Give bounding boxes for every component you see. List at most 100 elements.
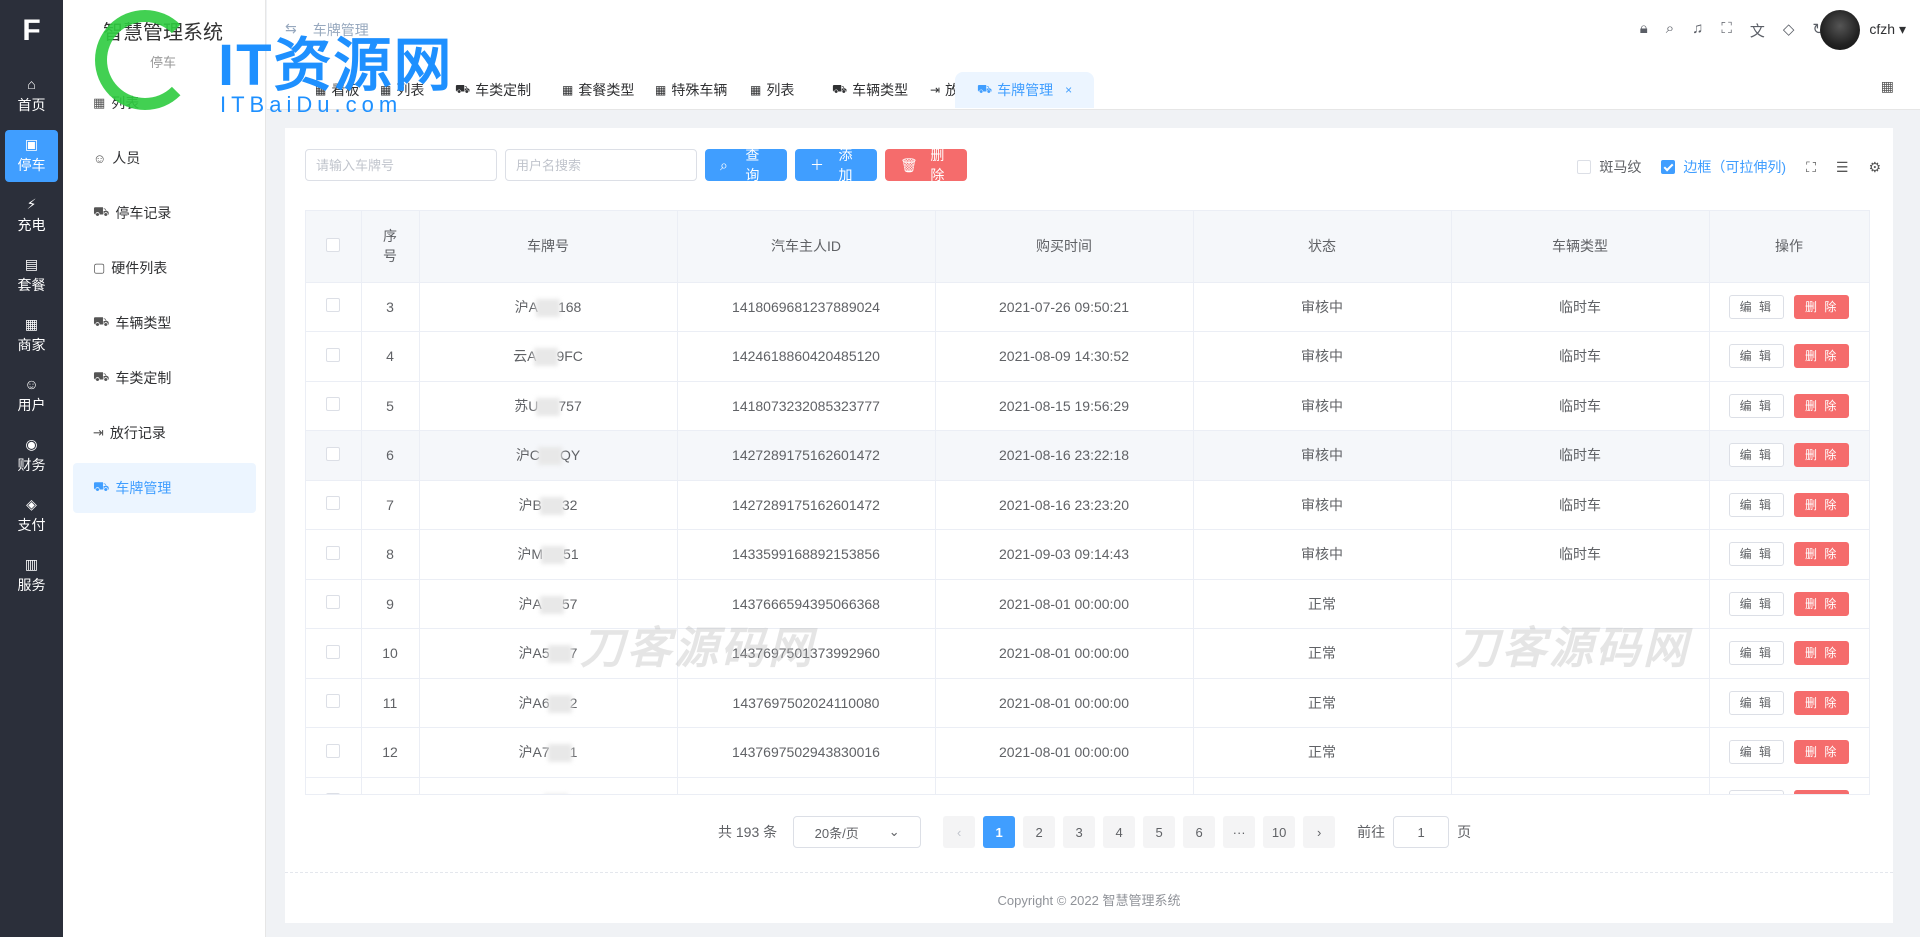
row-delete-button[interactable]: 删 除	[1794, 443, 1850, 468]
sidebar-item-1[interactable]: ☺ 人员	[73, 133, 256, 183]
sidebar-item-5[interactable]: ⛟ 车类定制	[73, 353, 256, 403]
bell-icon[interactable]: ♫	[1692, 20, 1703, 41]
edit-button[interactable]: 编 辑	[1728, 591, 1784, 616]
rail-item-icon: ◈	[26, 496, 37, 512]
row-delete-button[interactable]: 删 除	[1794, 393, 1850, 418]
row-delete-button[interactable]: 删 除	[1794, 294, 1850, 319]
edit-button[interactable]: 编 辑	[1728, 492, 1784, 517]
plate-prefix: 云A	[513, 348, 537, 365]
page-button[interactable]: 4	[1103, 816, 1136, 848]
rail-item-6[interactable]: ◉ 财务	[5, 430, 58, 482]
cell-no: 11	[361, 678, 420, 728]
tab-6[interactable]: ⛟ 车辆类型	[824, 72, 916, 108]
row-checkbox[interactable]	[326, 496, 341, 511]
edit-button[interactable]: 编 辑	[1728, 443, 1784, 468]
sidebar-item-4[interactable]: ⛟ 车辆类型	[73, 298, 256, 348]
theme-icon[interactable]: ◇	[1783, 20, 1795, 41]
page-size-select[interactable]: 20条/页 ⌄	[793, 816, 922, 848]
border-checkbox[interactable]	[1661, 160, 1676, 174]
rail-item-4[interactable]: ▦ 商家	[5, 310, 58, 362]
next-page-button[interactable]: ›	[1303, 816, 1336, 848]
rail-item-1[interactable]: ▣ 停车	[5, 130, 58, 182]
zebra-checkbox[interactable]	[1577, 160, 1592, 174]
fullscreen-icon[interactable]: ⛶	[1721, 20, 1732, 41]
row-delete-button[interactable]: 删 除	[1794, 542, 1850, 567]
search-icon[interactable]: ⌕	[1666, 20, 1674, 41]
sidebar-item-2[interactable]: ⛟ 停车记录	[73, 188, 256, 238]
row-checkbox[interactable]	[326, 644, 341, 659]
username-dropdown[interactable]: cfzh ▾	[1869, 21, 1906, 38]
rail-item-3[interactable]: ▤ 套餐	[5, 250, 58, 302]
plate-search-input[interactable]	[305, 149, 497, 181]
add-button[interactable]: ＋ 添 加	[795, 147, 877, 183]
page-button[interactable]: 10	[1263, 816, 1296, 848]
rail-item-8[interactable]: ▥ 服务	[5, 550, 58, 602]
fullscreen-table-icon[interactable]: ⛶	[1806, 159, 1816, 176]
row-delete-button[interactable]: 删 除	[1794, 789, 1850, 794]
plate-blur-mask	[539, 595, 564, 614]
prev-page-button[interactable]: ‹	[943, 816, 976, 848]
row-delete-button[interactable]: 删 除	[1794, 492, 1850, 517]
row-delete-button[interactable]: 删 除	[1794, 641, 1850, 666]
row-checkbox[interactable]	[326, 595, 341, 610]
tab-3[interactable]: ▦ 套餐类型	[554, 72, 642, 108]
cell-no: 4	[361, 331, 420, 382]
select-all-checkbox[interactable]	[326, 237, 341, 252]
goto-page-input[interactable]	[1393, 816, 1450, 848]
row-delete-button[interactable]: 删 除	[1794, 690, 1850, 715]
row-checkbox[interactable]	[326, 743, 341, 758]
delete-button[interactable]: 🗑︎ 删 除	[885, 147, 967, 183]
tab-close-icon[interactable]: ×	[1065, 83, 1072, 97]
edit-button[interactable]: 编 辑	[1728, 393, 1784, 418]
rail-item-5[interactable]: ☺ 用户	[5, 370, 58, 422]
edit-button[interactable]: 编 辑	[1728, 294, 1784, 319]
row-checkbox[interactable]	[326, 298, 341, 313]
page-button[interactable]: 1	[983, 816, 1016, 848]
sidebar-item-7[interactable]: ⛟ 车牌管理	[73, 463, 256, 513]
query-button[interactable]: ⌕ 查 询	[705, 147, 787, 183]
page-button[interactable]: 2	[1023, 816, 1056, 848]
edit-button[interactable]: 编 辑	[1728, 789, 1784, 794]
row-checkbox[interactable]	[326, 694, 341, 709]
row-checkbox[interactable]	[326, 793, 341, 794]
zebra-label: 斑马纹	[1599, 159, 1642, 175]
rail-item-2[interactable]: ⚡ 充电	[5, 190, 58, 242]
avatar[interactable]	[1820, 10, 1860, 50]
row-select-cell	[306, 381, 362, 431]
main-nav-rail: F ⌂ 首页 ▣ 停车 ⚡ 充电 ▤ 套餐 ▦ 商家 ☺ 用户 ◉ 财务 ◈ 支付 ▥ 服务	[0, 0, 63, 937]
row-checkbox[interactable]	[326, 446, 341, 461]
edit-button[interactable]: 编 辑	[1728, 641, 1784, 666]
sidebar-item-3[interactable]: ▢ 硬件列表	[73, 243, 256, 293]
page-button[interactable]: 3	[1063, 816, 1096, 848]
edit-button[interactable]: 编 辑	[1728, 344, 1784, 369]
rail-item-icon: ▤	[24, 256, 39, 272]
tab-4[interactable]: ▦ 特殊车辆	[647, 72, 735, 108]
edit-button[interactable]: 编 辑	[1728, 740, 1784, 765]
translate-icon[interactable]: 文	[1750, 20, 1765, 41]
app-logo[interactable]: F	[0, 0, 63, 62]
density-icon[interactable]: ☰	[1836, 159, 1849, 176]
page-button[interactable]: 5	[1143, 816, 1176, 848]
row-checkbox[interactable]	[326, 545, 341, 560]
row-delete-button[interactable]: 删 除	[1794, 344, 1850, 369]
row-checkbox[interactable]	[326, 397, 341, 412]
edit-button[interactable]: 编 辑	[1728, 542, 1784, 567]
edit-button[interactable]: 编 辑	[1728, 690, 1784, 715]
tabs-menu-icon[interactable]: ▦	[1881, 78, 1894, 95]
row-delete-button[interactable]: 删 除	[1794, 591, 1850, 616]
rail-item-0[interactable]: ⌂ 首页	[5, 70, 58, 122]
rail-item-7[interactable]: ◈ 支付	[5, 490, 58, 542]
row-delete-button[interactable]: 删 除	[1794, 740, 1850, 765]
page-button[interactable]: 6	[1183, 816, 1216, 848]
more-pages-button[interactable]: ···	[1223, 816, 1256, 848]
tab-2[interactable]: ⛟ 车类定制	[447, 72, 539, 108]
tab-5[interactable]: ▦ 列表	[742, 72, 802, 108]
tab-8[interactable]: ⛟ 车牌管理 ×	[955, 72, 1095, 108]
row-checkbox[interactable]	[326, 347, 341, 362]
pagination: 共 193 条 20条/页 ⌄ ‹ 123456···10 › 前往 页	[718, 816, 1471, 848]
sidebar-item-6[interactable]: ⇥ 放行记录	[73, 408, 256, 458]
settings-gear-icon[interactable]: ⚙	[1868, 159, 1881, 176]
watermark-subtitle: ITBaiDu.com	[220, 92, 403, 117]
lock-icon[interactable]: 🔒︎	[1640, 20, 1648, 41]
username-search-input[interactable]	[505, 149, 697, 181]
